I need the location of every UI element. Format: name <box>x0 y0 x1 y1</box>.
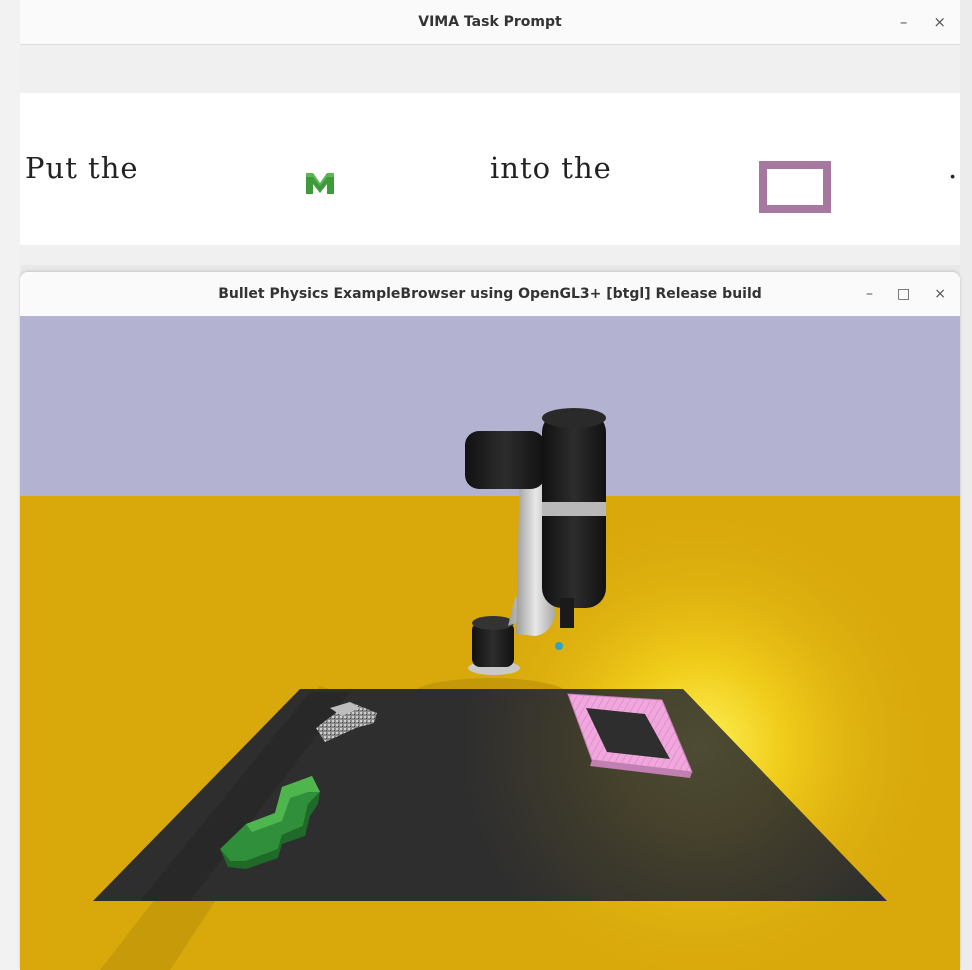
prompt-bottom-bar <box>20 245 960 265</box>
minimize-button[interactable]: – <box>866 286 873 302</box>
arm-shoulder-joint <box>465 431 545 489</box>
window-controls: – □ × <box>866 272 946 316</box>
3d-viewport[interactable] <box>20 316 960 970</box>
bullet-titlebar[interactable]: Bullet Physics ExampleBrowser using Open… <box>20 272 960 316</box>
frame-target-icon <box>759 161 831 213</box>
window-title: Bullet Physics ExampleBrowser using Open… <box>218 286 762 302</box>
desktop-background <box>0 0 20 970</box>
window-title: VIMA Task Prompt <box>418 14 562 30</box>
m-letter-object-icon <box>306 173 334 194</box>
minimize-button[interactable]: – <box>900 13 908 31</box>
gripper-tip <box>555 642 563 650</box>
prompt-text-part1: Put the <box>25 151 139 185</box>
close-button[interactable]: × <box>934 286 946 302</box>
arm-gripper <box>560 598 574 628</box>
window-controls: – × <box>900 0 946 44</box>
desktop-background-right <box>960 0 972 970</box>
prompt-end: . <box>948 151 959 185</box>
prompt-text-part2: into the <box>490 151 612 185</box>
maximize-button[interactable]: □ <box>897 286 910 302</box>
close-button[interactable]: × <box>933 13 946 31</box>
prompt-area: Put the into the . <box>20 93 960 245</box>
vima-task-prompt-window: VIMA Task Prompt – × Put the into the . <box>20 0 960 265</box>
vima-toolbar <box>20 45 960 93</box>
bullet-physics-window: Bullet Physics ExampleBrowser using Open… <box>20 272 960 970</box>
vima-titlebar[interactable]: VIMA Task Prompt – × <box>20 0 960 45</box>
